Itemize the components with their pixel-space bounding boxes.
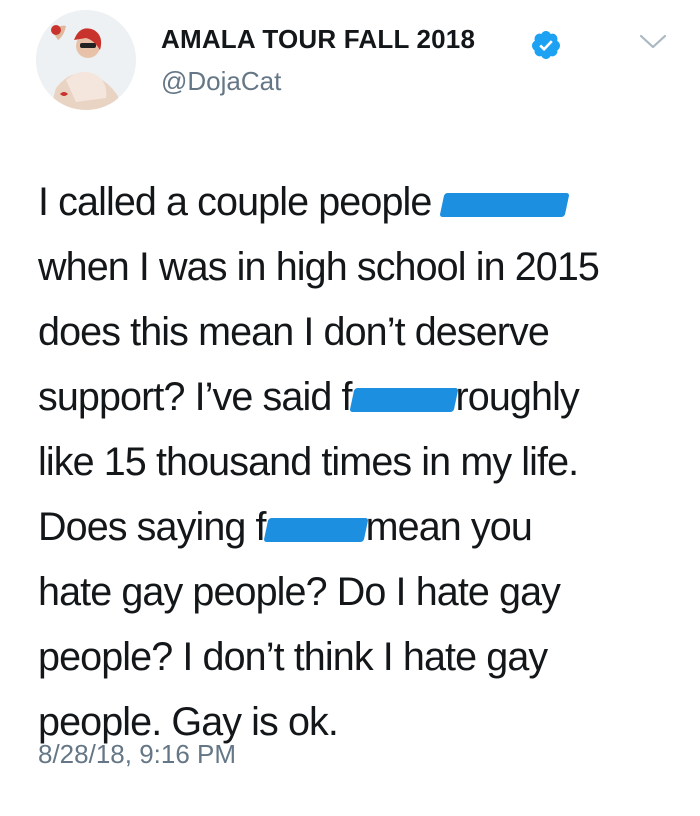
tweet-line: Does saying f mean you (38, 505, 533, 549)
avatar[interactable] (36, 10, 136, 110)
tweet-line: when I was in high school in 2015 (38, 245, 600, 289)
profile-photo (36, 10, 136, 110)
tweet-line: people? I don’t think I hate gay (38, 635, 548, 679)
redaction-mark (438, 192, 570, 217)
tweet-line: hate gay people? Do I hate gay (38, 570, 561, 614)
handle[interactable]: @DojaCat (161, 66, 281, 97)
redaction-mark (263, 517, 369, 542)
timestamp[interactable]: 8/28/18, 9:16 PM (38, 739, 236, 770)
verified-badge-icon (531, 31, 560, 59)
tweet-line: support? I’ve said f roughly (38, 375, 580, 419)
chevron-down-icon[interactable] (638, 32, 668, 52)
tweet-line: I called a couple people (38, 170, 678, 235)
display-name[interactable]: AMALA TOUR FALL 2018 (161, 24, 475, 55)
tweet-line: like 15 thousand times in my life. (38, 440, 579, 484)
tweet-line: does this mean I don’t deserve (38, 310, 550, 354)
tweet-text: I called a couple people when I was in h… (38, 170, 678, 755)
redaction-mark (348, 387, 459, 412)
